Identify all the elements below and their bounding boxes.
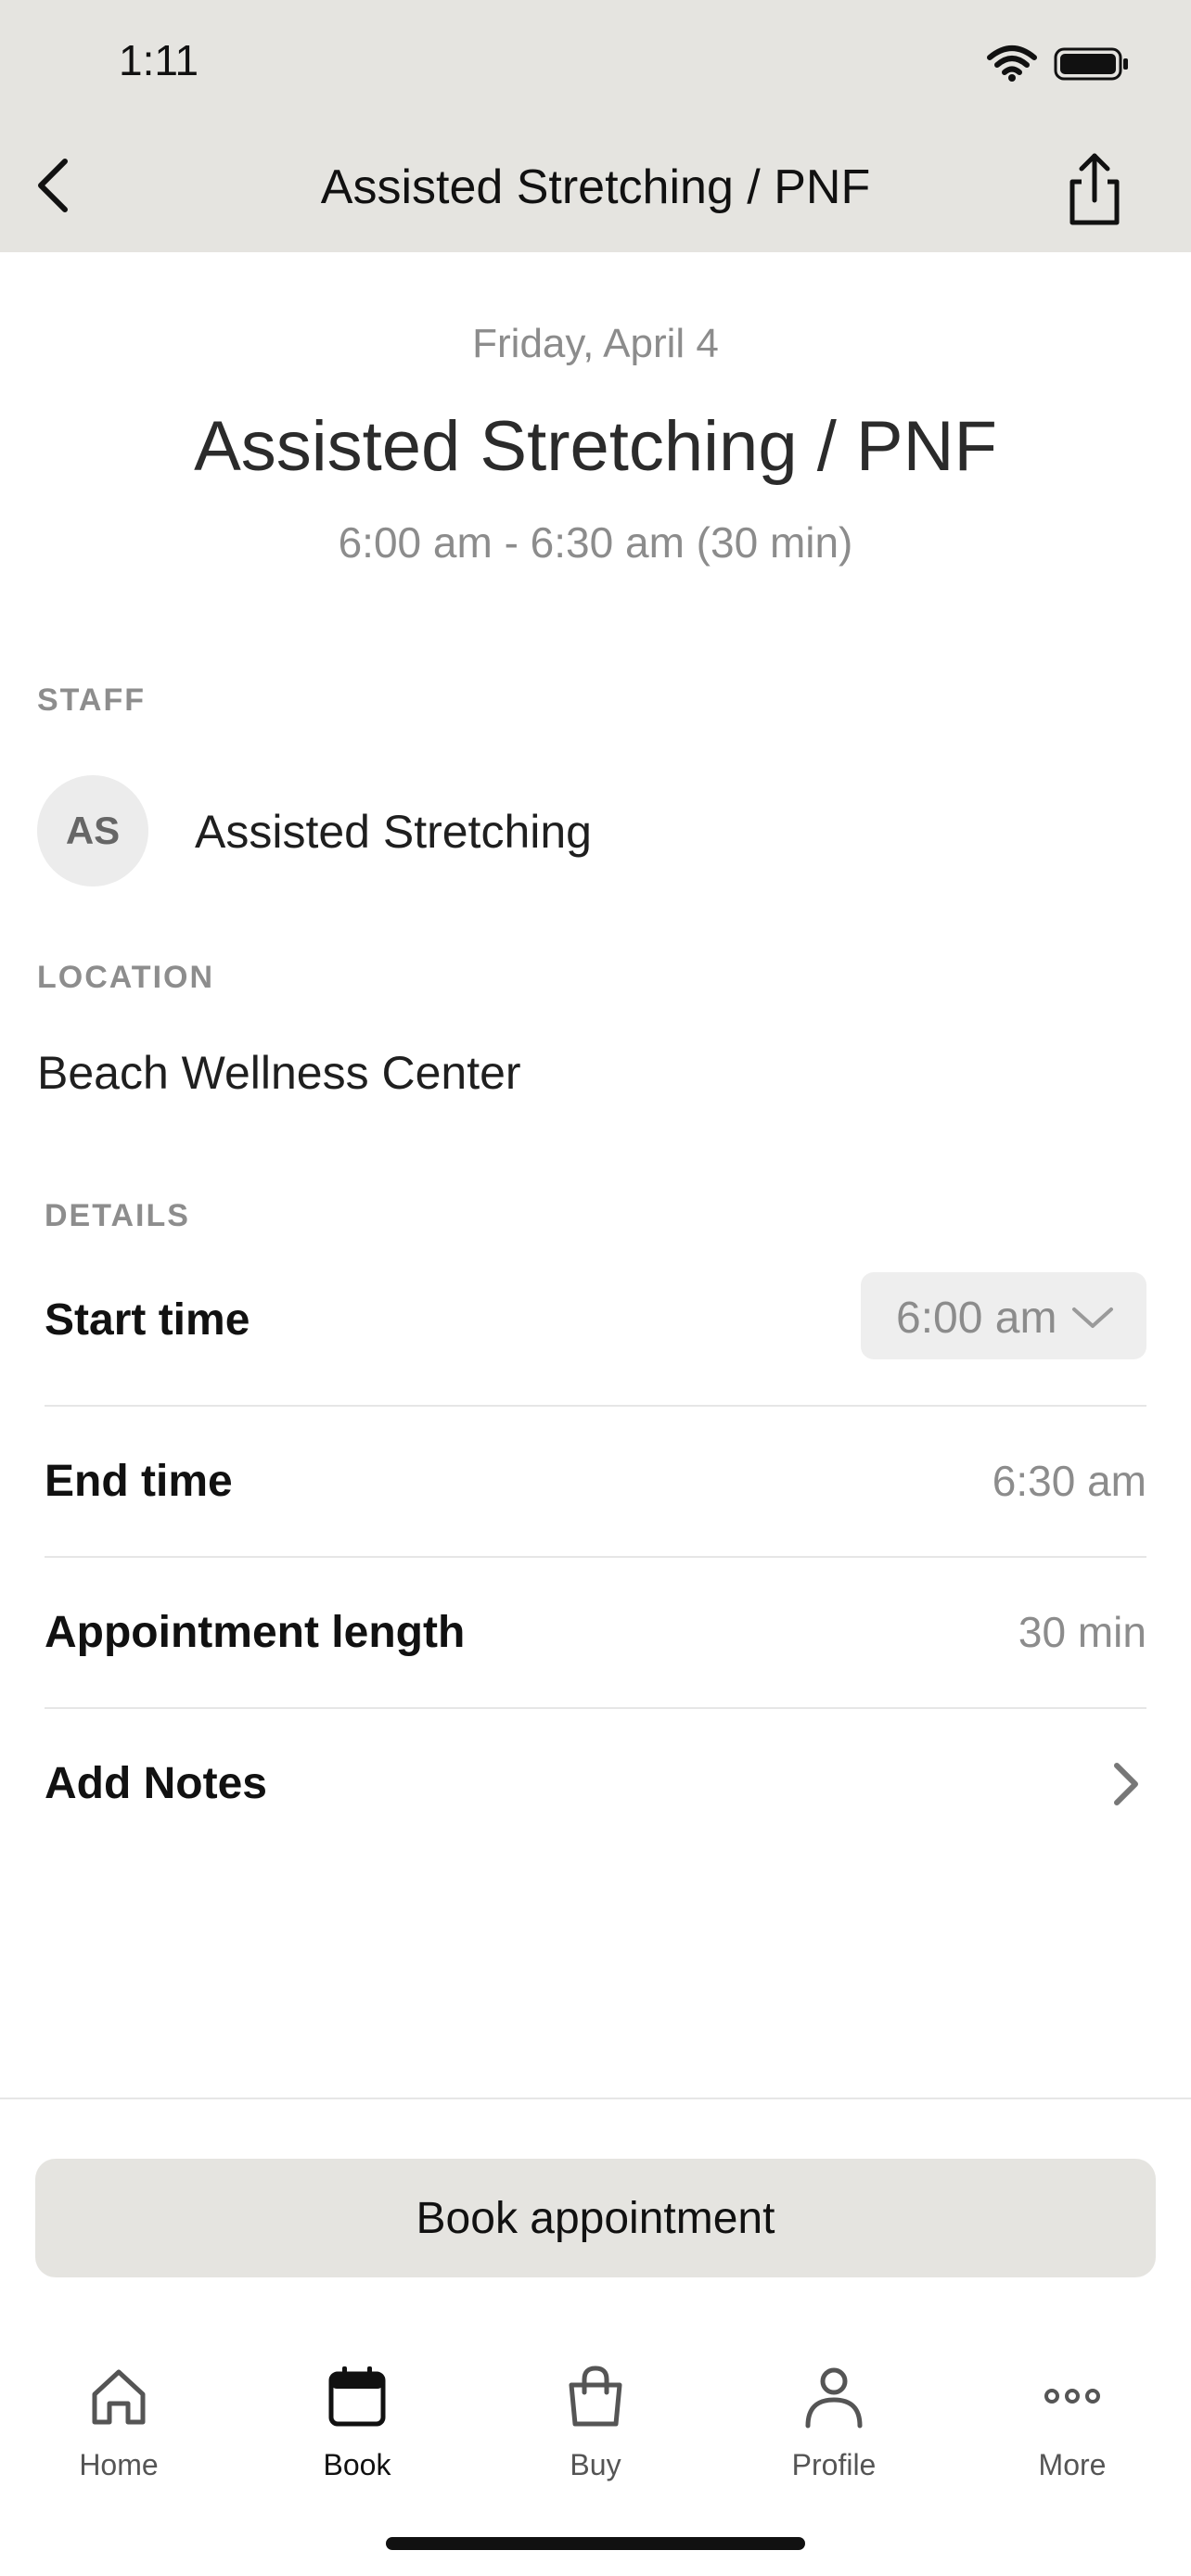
divider	[45, 1707, 1146, 1709]
person-icon	[805, 2367, 863, 2429]
tab-book[interactable]: Book	[264, 2355, 450, 2485]
battery-icon	[1054, 47, 1128, 81]
appointment-date: Friday, April 4	[472, 321, 719, 366]
staff-name: Assisted Stretching	[195, 806, 592, 858]
status-time: 1:11	[119, 36, 199, 84]
appointment-time-range: 6:00 am - 6:30 am (30 min)	[338, 518, 853, 567]
end-time-value: 6:30 am	[992, 1457, 1146, 1505]
add-notes-label: Add Notes	[45, 1759, 267, 1808]
calendar-icon	[328, 2366, 386, 2427]
nav-title: Assisted Stretching / PNF	[320, 160, 871, 214]
start-time-value: 6:00 am	[896, 1294, 1057, 1343]
home-icon	[92, 2369, 146, 2425]
tab-profile[interactable]: Profile	[741, 2355, 927, 2485]
appointment-length-value: 30 min	[1018, 1608, 1146, 1656]
chevron-right-icon[interactable]	[1109, 1758, 1143, 1810]
end-time-label: End time	[45, 1457, 233, 1506]
divider	[45, 1405, 1146, 1407]
start-time-select[interactable]: 6:00 am	[861, 1272, 1146, 1359]
chevron-down-icon	[1072, 1307, 1113, 1328]
add-notes-row[interactable]: Add Notes	[45, 1758, 1146, 1814]
back-button[interactable]	[26, 148, 82, 223]
appointment-title: Assisted Stretching / PNF	[194, 407, 997, 486]
shopping-bag-icon	[569, 2366, 622, 2427]
tab-buy[interactable]: Buy	[503, 2355, 688, 2485]
share-button[interactable]	[1057, 150, 1132, 228]
home-indicator	[386, 2537, 805, 2550]
tab-label: Book	[323, 2448, 391, 2481]
header: 1:11 Assisted Stretching / PNF	[0, 0, 1191, 252]
tab-label: Buy	[570, 2448, 621, 2481]
location-section-label: LOCATION	[37, 960, 215, 995]
wifi-icon	[987, 45, 1037, 82]
book-appointment-button[interactable]: Book appointment	[35, 2159, 1156, 2277]
start-time-label: Start time	[45, 1295, 250, 1345]
bottom-divider	[0, 2098, 1191, 2099]
tab-label: More	[1038, 2448, 1107, 2481]
staff-section-label: STAFF	[37, 682, 147, 718]
avatar: AS	[37, 775, 148, 886]
tab-label: Home	[79, 2448, 159, 2481]
tab-more[interactable]: More	[980, 2355, 1165, 2485]
appointment-length-label: Appointment length	[45, 1608, 466, 1657]
divider	[45, 1556, 1146, 1558]
location-name: Beach Wellness Center	[37, 1047, 521, 1099]
tab-label: Profile	[791, 2448, 877, 2481]
more-dots-icon	[1044, 2389, 1100, 2404]
details-section-label: DETAILS	[45, 1198, 190, 1233]
tab-home[interactable]: Home	[26, 2355, 211, 2485]
